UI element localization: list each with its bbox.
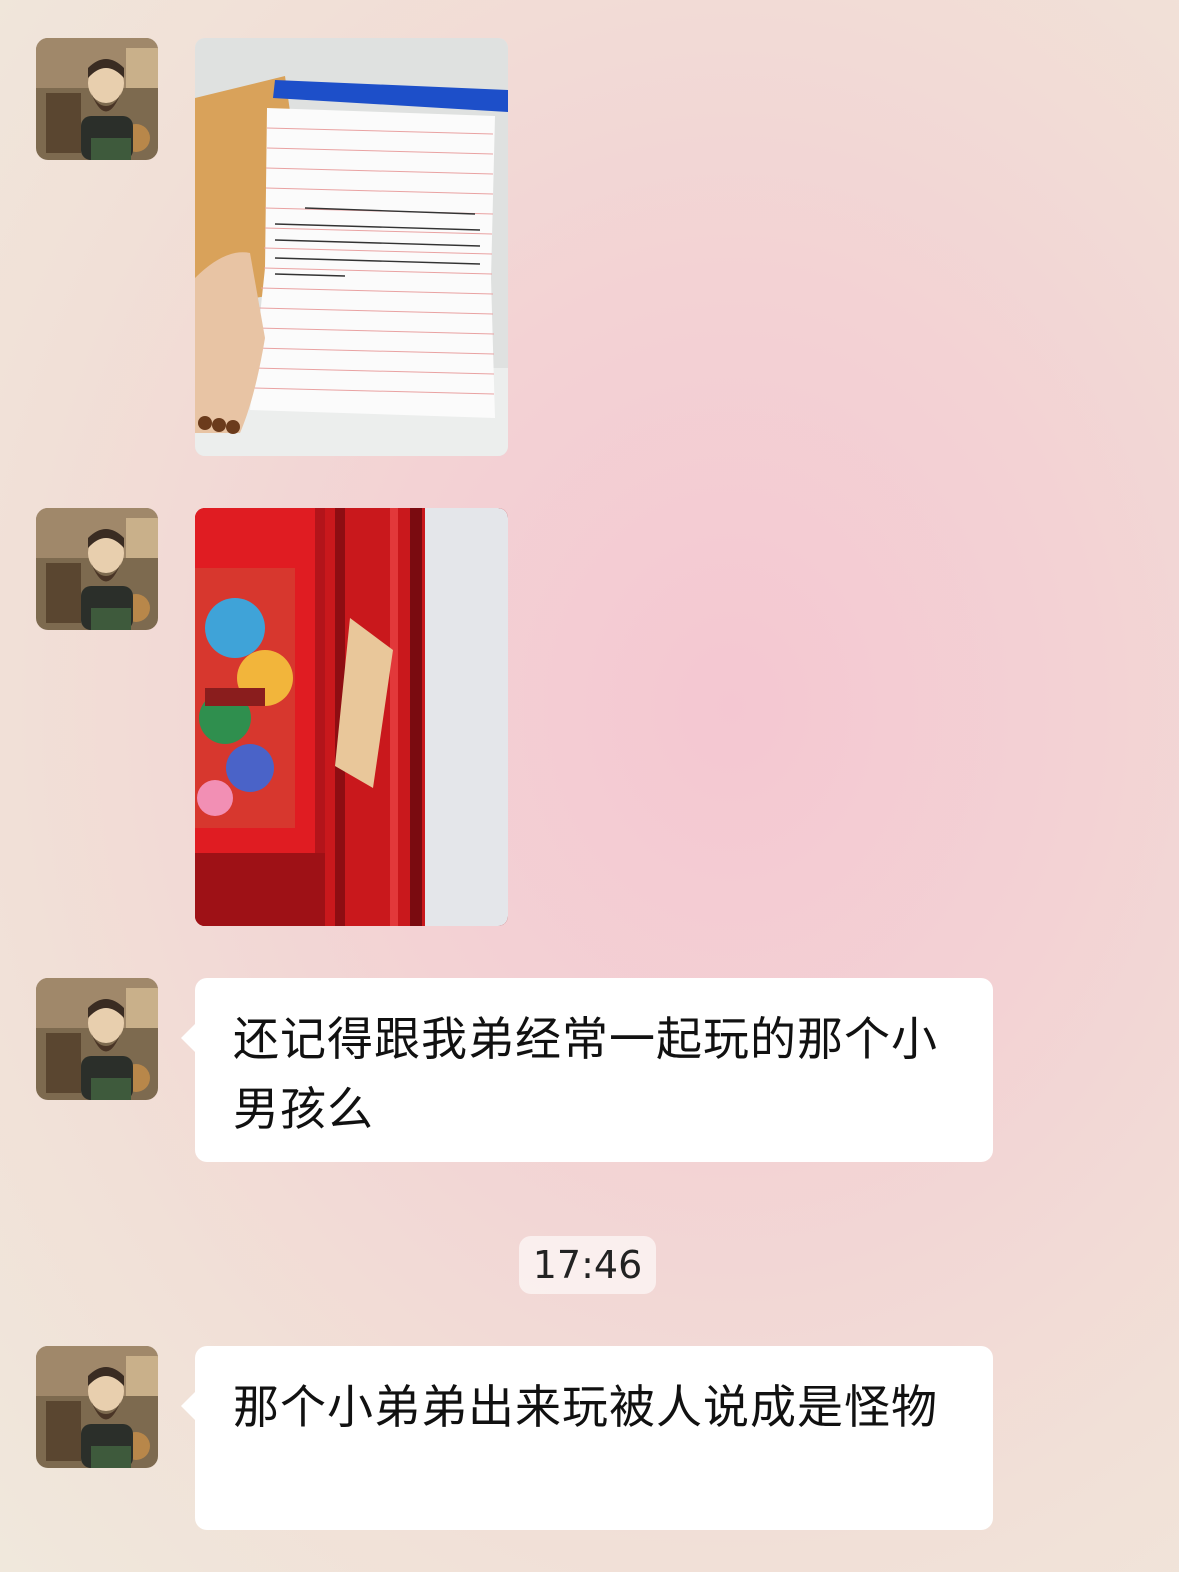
- message-bubble[interactable]: 还记得跟我弟经常一起玩的那个小男孩么: [181, 978, 993, 1162]
- bearded-man-avatar-icon: [36, 38, 158, 160]
- bearded-man-avatar-icon: [36, 978, 158, 1100]
- door-photo[interactable]: [195, 508, 508, 926]
- bearded-man-avatar-icon: [36, 508, 158, 630]
- avatar[interactable]: [36, 1346, 158, 1468]
- avatar[interactable]: [36, 978, 158, 1100]
- avatar[interactable]: [36, 508, 158, 630]
- avatar[interactable]: [36, 38, 158, 160]
- message-text: 那个小弟弟出来玩被人说成是怪物: [233, 1380, 938, 1434]
- letter-photo[interactable]: [195, 38, 508, 456]
- message-bubble[interactable]: 那个小弟弟出来玩被人说成是怪物: [181, 1346, 993, 1530]
- letter-image: [195, 38, 508, 456]
- timestamp: 17:46: [519, 1236, 656, 1294]
- bearded-man-avatar-icon: [36, 1346, 158, 1468]
- door-image: [195, 508, 508, 926]
- message-text: 还记得跟我弟经常一起玩的那个小男孩么: [233, 1012, 938, 1136]
